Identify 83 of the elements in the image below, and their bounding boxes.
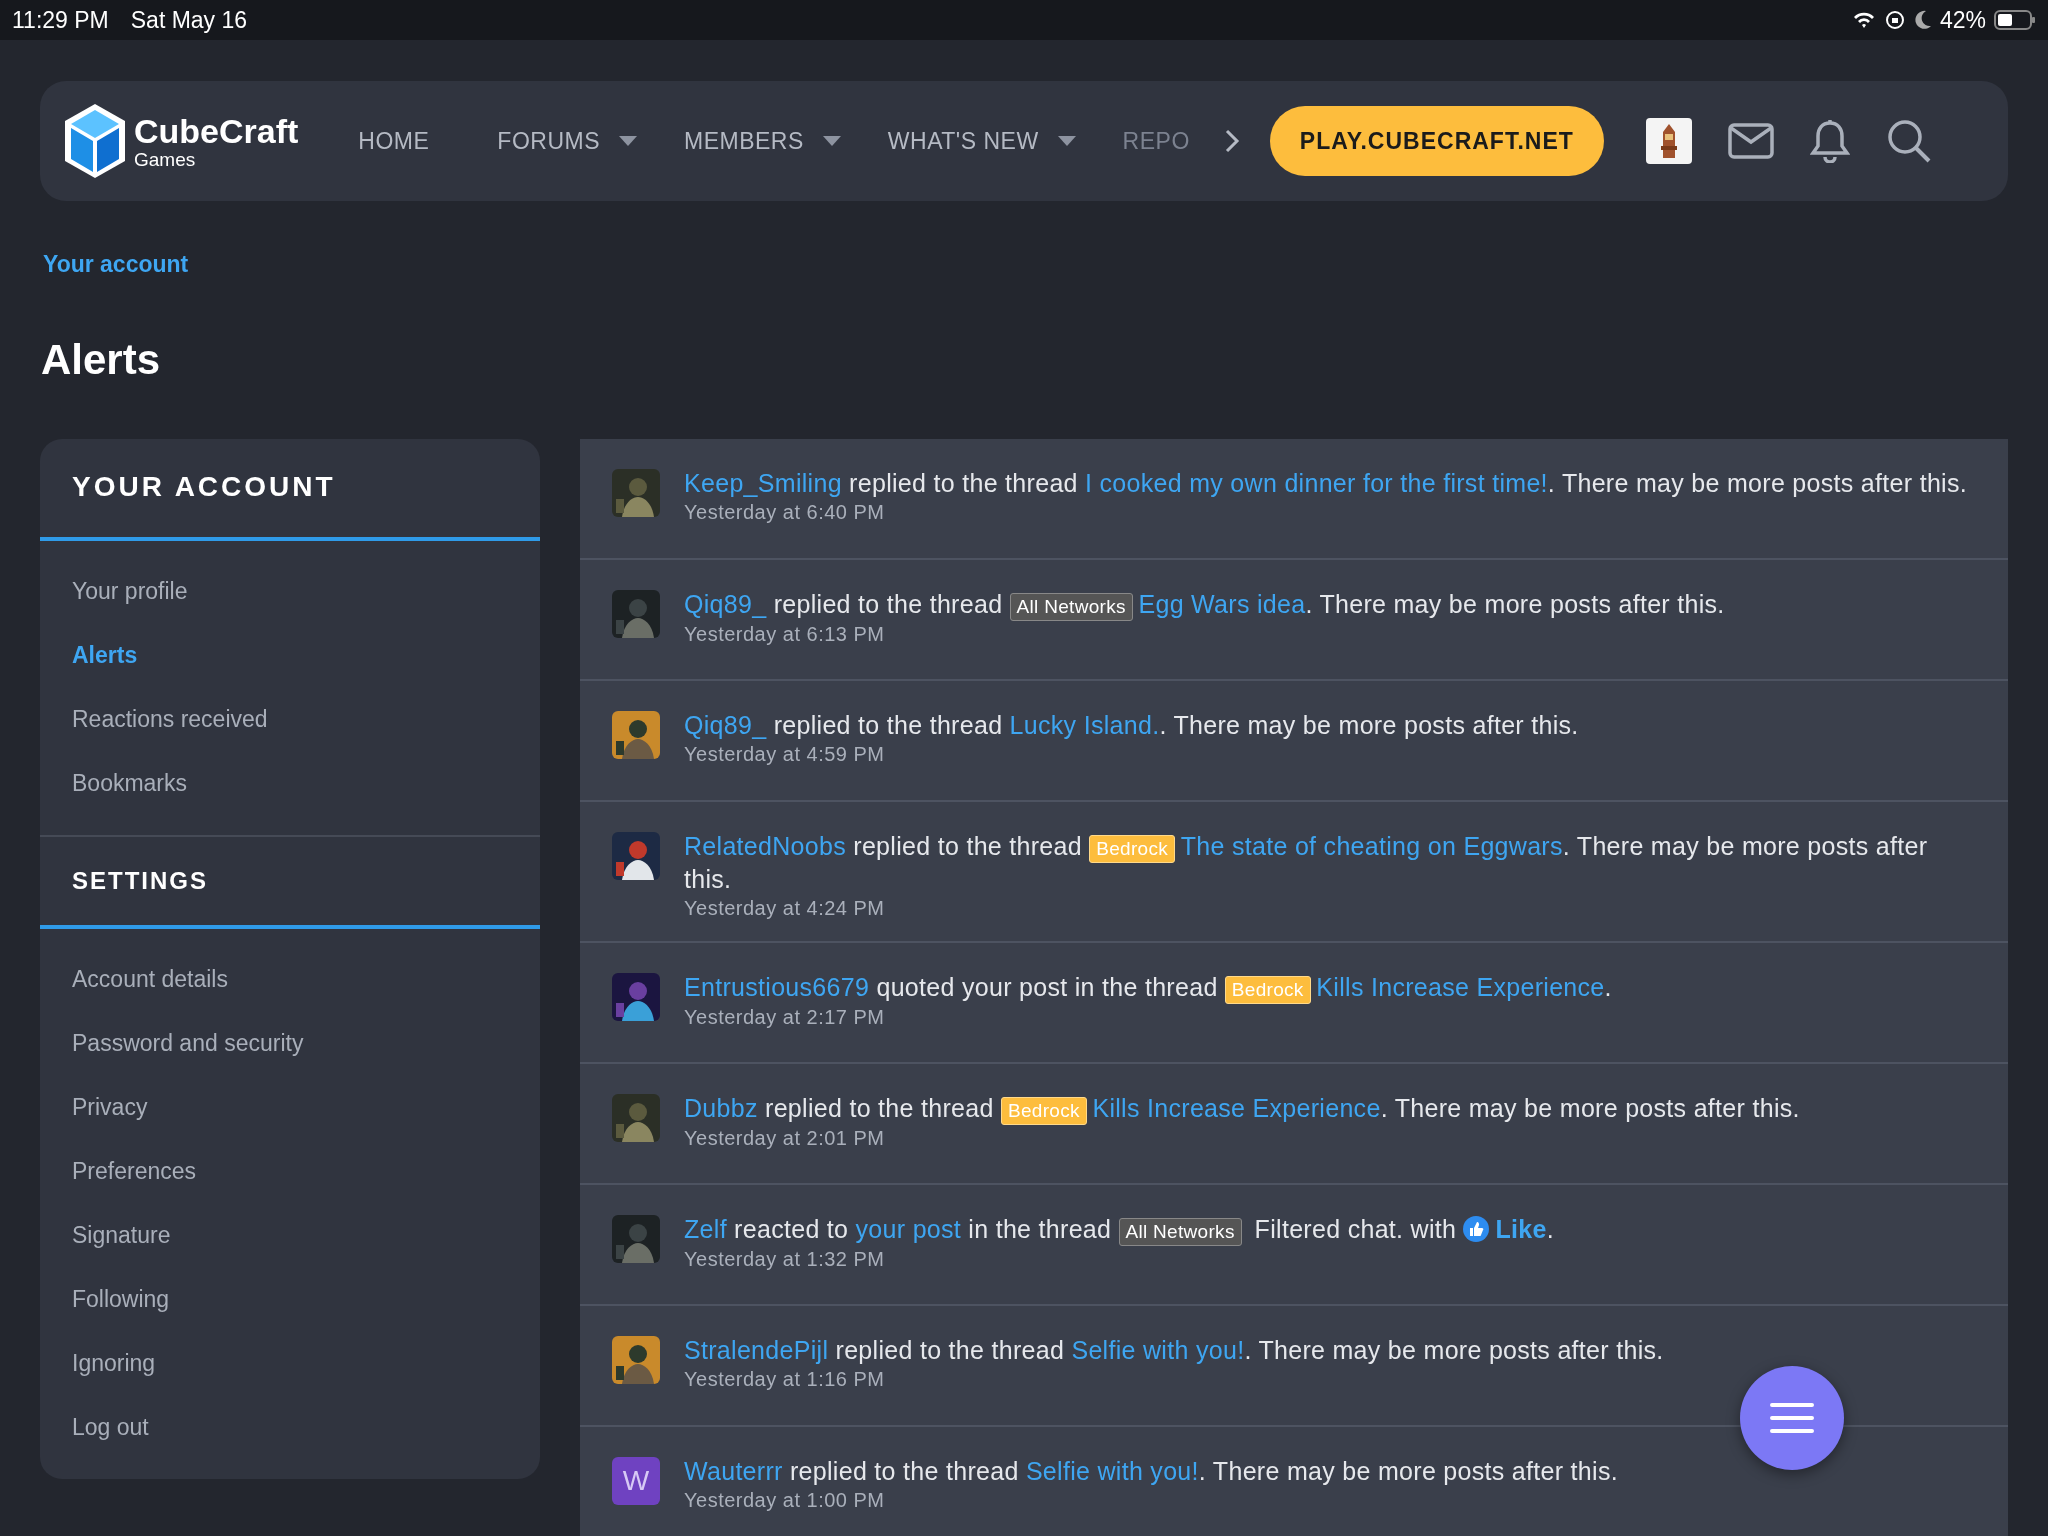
sidebar-item[interactable]: Bookmarks [40,751,540,815]
thread-link[interactable]: I cooked my own dinner for the first time! [1085,469,1548,497]
nav-link[interactable]: HOME [358,127,430,155]
alert-message: Keep_Smiling replied to the thread I cooked my own dinner for the first time!. There may be more posts after this. [684,468,1967,499]
thread-link[interactable]: Selfie with you! [1025,1457,1199,1485]
search-icon[interactable] [1885,118,1932,164]
reaction-link[interactable]: Like [1495,1215,1547,1243]
sidebar-item[interactable]: Reactions received [40,687,540,751]
alert-message: StralendePijl replied to the thread Selfie with you!. There may be more posts after this. [684,1335,1664,1366]
thread-link[interactable]: Egg Wars idea [1138,590,1306,618]
alert-time: Yesterday at 1:32 PM [684,1248,886,1271]
sidebar-item[interactable]: Your profile [40,559,540,623]
sidebar-item[interactable]: Alerts [40,623,540,687]
sidebar-item[interactable]: Signature [40,1203,540,1267]
prefix-tag: Bedrock [1224,976,1311,1004]
caret-icon[interactable] [821,135,842,147]
prefix-tag: Bedrock [1089,835,1176,863]
alert-time: Yesterday at 2:17 PM [684,1006,886,1029]
sidebar-item[interactable]: Password and security [40,1011,540,1075]
battery-percent: 42% [1939,6,1986,34]
username-link[interactable]: StralendePijl [684,1336,829,1364]
chevron-right-icon[interactable] [1223,128,1240,154]
rotation-lock-icon [1883,9,1906,31]
thread-link[interactable]: Lucky Island. [1009,711,1160,739]
nav-link[interactable]: MEMBERS [684,127,804,155]
username-link[interactable]: Zelf [684,1215,727,1243]
alert-time: Yesterday at 4:59 PM [684,743,886,766]
alert-time: Yesterday at 1:00 PM [684,1489,886,1512]
username-link[interactable]: Qiq89_ [684,590,767,618]
sidebar-heading: SETTINGS [40,835,540,929]
thread-link[interactable]: your post [855,1215,962,1243]
mail-icon[interactable] [1727,123,1774,159]
nav-link[interactable]: WHAT'S NEW [887,127,1039,155]
alert-message: Zelf reacted to your post in the thread All Networks Filtered chat. with Like. [684,1213,1554,1246]
thread-link[interactable]: Kills Increase Experience [1092,1094,1381,1122]
cube-logo-icon [62,101,128,181]
thumbs-up-icon [1463,1216,1490,1242]
sidebar-item[interactable]: Following [40,1267,540,1331]
sidebar-item[interactable]: Preferences [40,1139,540,1203]
alert-time: Yesterday at 4:24 PM [684,897,886,920]
nav-link[interactable]: FORUMS [497,127,600,155]
battery-icon [1994,10,2036,30]
prefix-tag: Bedrock [1000,1097,1087,1125]
alert-message: Wauterrr replied to the thread Selfie with you!. There may be more posts after this. [684,1456,1618,1487]
bell-icon[interactable] [1809,119,1850,163]
thread-link[interactable]: Kills Increase Experience [1316,973,1605,1001]
sidebar-item[interactable]: Ignoring [40,1331,540,1395]
sidebar-item[interactable]: Privacy [40,1075,540,1139]
alert-message: RelatedNoobs replied to the thread Bedrock The state of cheating on Eggwars. There may be more posts after this. [684,831,1929,895]
logo-name: CubeCraft [134,113,299,148]
username-link[interactable]: Dubbz [684,1094,758,1122]
sidebar-item[interactable]: Log out [40,1395,540,1459]
status-date: Sat May 16 [130,6,248,34]
username-link[interactable]: Keep_Smiling [684,469,842,497]
alert-time: Yesterday at 6:13 PM [684,623,886,646]
caret-icon[interactable] [618,135,638,147]
status-time: 11:29 PM [12,6,109,34]
logo-subtitle: Games [134,149,197,169]
alert-message: Qiq89_ replied to the thread All Networks Egg Wars idea. There may be more posts after this. [684,588,1725,621]
caret-icon[interactable] [1056,135,1077,147]
moon-icon [1913,10,1932,30]
alert-message: Dubbz replied to the thread Bedrock Kills Increase Experience. There may be more posts after this. [684,1092,1800,1125]
letter-avatar: W [612,1457,660,1505]
nav-link[interactable]: REPO [1122,127,1190,155]
alert-time: Yesterday at 6:40 PM [684,501,886,524]
play-button[interactable]: PLAY.CUBECRAFT.NET [1269,106,1604,176]
sidebar-item[interactable]: Account details [40,947,540,1011]
alert-time: Yesterday at 1:16 PM [684,1368,886,1391]
menu-icon [1770,1402,1814,1434]
alert-time: Yesterday at 2:01 PM [684,1127,886,1150]
username-link[interactable]: RelatedNoobs [684,832,847,860]
alert-message: Qiq89_ replied to the thread Lucky Island.. There may be more posts after this. [684,710,1579,741]
prefix-tag: All Networks [1009,593,1133,621]
page-title: Alerts [41,336,162,384]
breadcrumb-link[interactable]: Your account [43,251,189,278]
username-link[interactable]: Wauterrr [684,1457,783,1485]
prefix-tag: All Networks [1118,1218,1242,1246]
thread-link[interactable]: The state of cheating on Eggwars [1180,832,1563,860]
username-link[interactable]: Entrustious6679 [684,973,870,1001]
username-link[interactable]: Qiq89_ [684,711,767,739]
sidebar-heading: YOUR ACCOUNT [40,439,540,541]
thread-link[interactable]: Selfie with you! [1071,1336,1245,1364]
alert-message: Entrustious6679 quoted your post in the thread Bedrock Kills Increase Experience. [684,971,1612,1004]
